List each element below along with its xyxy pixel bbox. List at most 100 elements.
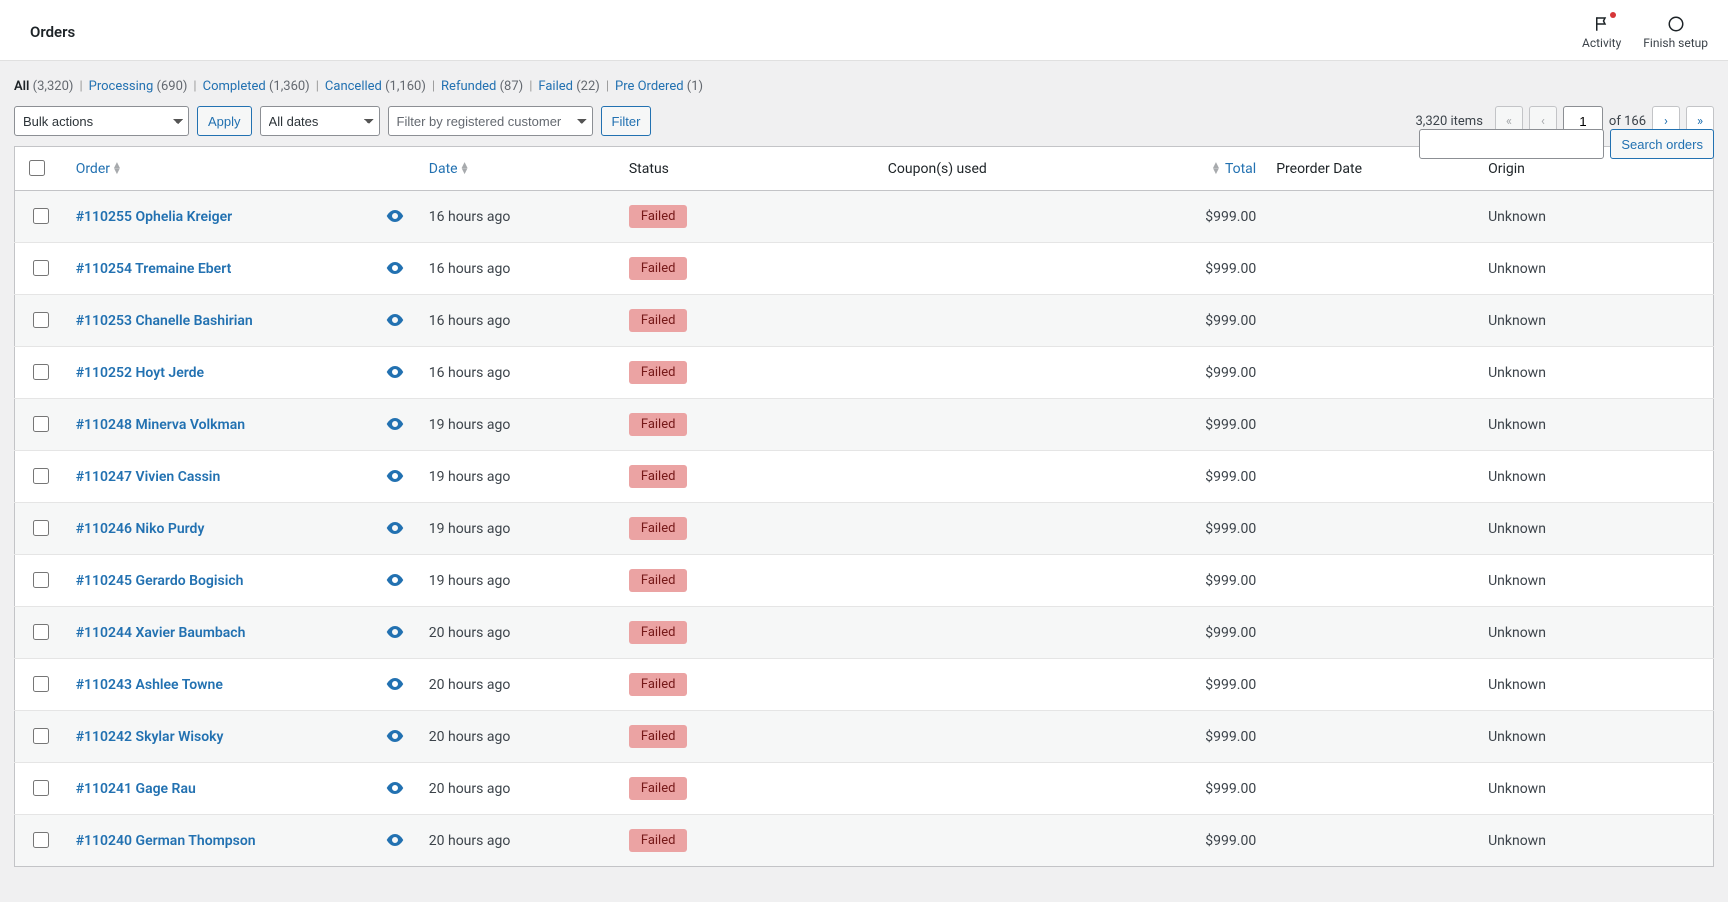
row-checkbox[interactable] — [33, 676, 49, 692]
order-link[interactable]: #110246 Niko Purdy — [76, 521, 205, 537]
preview-icon[interactable] — [386, 571, 404, 590]
order-link[interactable]: #110252 Hoyt Jerde — [76, 365, 204, 381]
order-total: $999.00 — [1137, 295, 1266, 347]
column-status: Status — [619, 147, 878, 191]
order-link[interactable]: #110242 Skylar Wisoky — [76, 729, 224, 745]
status-filter-link[interactable]: Cancelled — [325, 79, 385, 94]
sort-icon: ▲▼ — [1211, 163, 1221, 175]
status-filter-count: (690) — [157, 79, 188, 94]
preview-icon[interactable] — [386, 727, 404, 746]
preview-icon[interactable] — [386, 363, 404, 382]
status-filter-count: (3,320) — [33, 79, 74, 94]
order-origin: Unknown — [1478, 711, 1713, 763]
preview-icon[interactable] — [386, 259, 404, 278]
column-total[interactable]: ▲▼Total — [1137, 147, 1266, 191]
status-filter-link[interactable]: Failed — [538, 79, 576, 94]
order-coupons — [878, 815, 1137, 867]
preview-icon[interactable] — [386, 623, 404, 642]
preview-icon[interactable] — [386, 207, 404, 226]
table-row: #110240 German Thompson20 hours agoFaile… — [15, 815, 1714, 867]
status-badge: Failed — [629, 361, 688, 384]
order-total: $999.00 — [1137, 347, 1266, 399]
row-checkbox[interactable] — [33, 364, 49, 380]
order-link[interactable]: #110245 Gerardo Bogisich — [76, 573, 244, 589]
preview-icon[interactable] — [386, 831, 404, 850]
preview-icon[interactable] — [386, 467, 404, 486]
row-checkbox[interactable] — [33, 260, 49, 276]
items-count: 3,320 items — [1415, 114, 1482, 129]
finish-setup-button[interactable]: Finish setup — [1643, 14, 1708, 50]
order-coupons — [878, 347, 1137, 399]
status-filter-link[interactable]: Refunded — [441, 79, 500, 94]
search-orders-button[interactable]: Search orders — [1610, 129, 1714, 159]
order-origin: Unknown — [1478, 763, 1713, 815]
row-checkbox[interactable] — [33, 832, 49, 848]
preview-icon[interactable] — [386, 675, 404, 694]
order-preorder-date — [1266, 243, 1478, 295]
order-coupons — [878, 191, 1137, 243]
table-row: #110252 Hoyt Jerde16 hours agoFailed$999… — [15, 347, 1714, 399]
preview-icon[interactable] — [386, 779, 404, 798]
order-link[interactable]: #110247 Vivien Cassin — [76, 469, 221, 485]
order-link[interactable]: #110240 German Thompson — [76, 833, 256, 849]
status-filter-count: (22) — [576, 79, 600, 94]
status-badge: Failed — [629, 829, 688, 852]
order-link[interactable]: #110248 Minerva Volkman — [76, 417, 245, 433]
status-badge: Failed — [629, 777, 688, 800]
column-date[interactable]: Date▲▼ — [419, 147, 619, 191]
order-link[interactable]: #110243 Ashlee Towne — [76, 677, 223, 693]
status-badge: Failed — [629, 673, 688, 696]
row-checkbox[interactable] — [33, 624, 49, 640]
activity-label: Activity — [1582, 36, 1621, 50]
order-preorder-date — [1266, 607, 1478, 659]
order-link[interactable]: #110253 Chanelle Bashirian — [76, 313, 253, 329]
status-filter-link[interactable]: Completed — [203, 79, 269, 94]
date-filter-select[interactable]: All dates — [260, 106, 380, 136]
order-origin: Unknown — [1478, 399, 1713, 451]
preview-icon[interactable] — [386, 519, 404, 538]
status-filter-current: All — [14, 79, 33, 94]
order-coupons — [878, 763, 1137, 815]
column-order[interactable]: Order▲▼ — [66, 147, 372, 191]
status-filter-link[interactable]: Pre Ordered — [615, 79, 687, 94]
activity-button[interactable]: Activity — [1582, 14, 1621, 50]
row-checkbox[interactable] — [33, 416, 49, 432]
preview-icon[interactable] — [386, 415, 404, 434]
search-orders-input[interactable] — [1419, 129, 1604, 159]
preview-icon[interactable] — [386, 311, 404, 330]
order-coupons — [878, 711, 1137, 763]
row-checkbox[interactable] — [33, 780, 49, 796]
order-total: $999.00 — [1137, 763, 1266, 815]
flag-icon — [1592, 14, 1612, 34]
order-link[interactable]: #110241 Gage Rau — [76, 781, 196, 797]
row-checkbox[interactable] — [33, 572, 49, 588]
status-badge: Failed — [629, 517, 688, 540]
order-link[interactable]: #110244 Xavier Baumbach — [76, 625, 246, 641]
row-checkbox[interactable] — [33, 520, 49, 536]
row-checkbox[interactable] — [33, 312, 49, 328]
page-title: Orders — [30, 23, 75, 41]
order-origin: Unknown — [1478, 607, 1713, 659]
order-total: $999.00 — [1137, 191, 1266, 243]
bulk-actions-select[interactable]: Bulk actions — [14, 106, 189, 136]
order-preorder-date — [1266, 659, 1478, 711]
filter-button[interactable]: Filter — [601, 106, 652, 136]
order-link[interactable]: #110254 Tremaine Ebert — [76, 261, 232, 277]
row-checkbox[interactable] — [33, 208, 49, 224]
row-checkbox[interactable] — [33, 728, 49, 744]
order-preorder-date — [1266, 503, 1478, 555]
order-total: $999.00 — [1137, 243, 1266, 295]
status-filter-link[interactable]: Processing — [89, 79, 157, 94]
order-coupons — [878, 555, 1137, 607]
customer-filter-select[interactable]: Filter by registered customer — [388, 106, 593, 136]
order-link[interactable]: #110255 Ophelia Kreiger — [76, 209, 232, 225]
order-date: 16 hours ago — [419, 295, 619, 347]
table-row: #110245 Gerardo Bogisich19 hours agoFail… — [15, 555, 1714, 607]
select-all-checkbox[interactable] — [29, 160, 45, 176]
apply-button[interactable]: Apply — [197, 106, 252, 136]
order-date: 19 hours ago — [419, 399, 619, 451]
order-date: 20 hours ago — [419, 607, 619, 659]
order-total: $999.00 — [1137, 815, 1266, 867]
order-origin: Unknown — [1478, 295, 1713, 347]
row-checkbox[interactable] — [33, 468, 49, 484]
